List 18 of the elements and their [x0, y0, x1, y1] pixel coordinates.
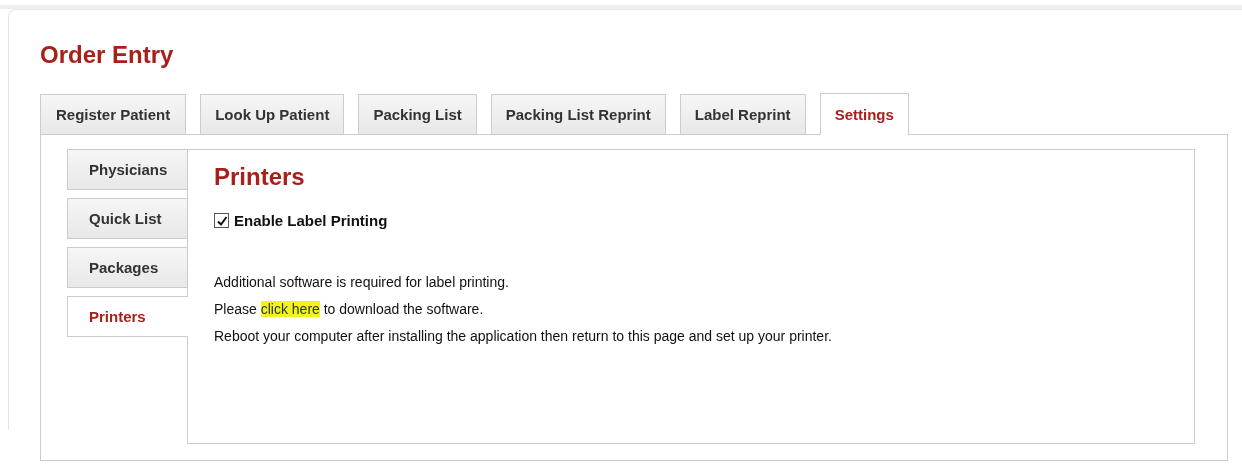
page-title: Order Entry	[40, 40, 175, 70]
section-heading: Printers	[214, 162, 306, 192]
download-text: Please click here to download the software.	[214, 300, 485, 319]
tab[interactable]: Look Up Patient	[200, 94, 345, 134]
checkbox[interactable]	[214, 213, 229, 228]
tab[interactable]: Register Patient	[40, 94, 187, 134]
checkbox-label: Enable Label Printing	[234, 212, 388, 229]
tab[interactable]: Packing List	[358, 94, 477, 134]
side-tab[interactable]: Quick List	[67, 198, 187, 239]
info-text: Additional software is required for label printing.	[214, 273, 510, 292]
side-tab[interactable]: Physicians	[67, 149, 187, 190]
tab[interactable]: Settings	[819, 93, 909, 135]
tab[interactable]: Packing List Reprint	[490, 94, 666, 134]
download-link[interactable]: click here	[260, 301, 320, 317]
side-tab[interactable]: Packages	[67, 247, 187, 288]
reboot-text: Reboot your computer after installing the application then return to this page and set up your printer.	[214, 327, 833, 346]
tab[interactable]: Label Reprint	[679, 94, 806, 134]
side-tab[interactable]: Printers	[67, 296, 188, 337]
